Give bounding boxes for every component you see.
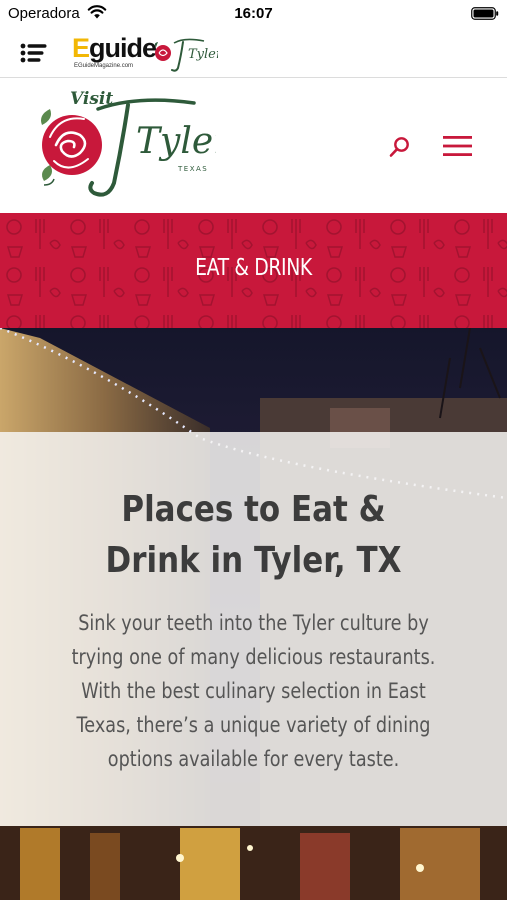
svg-text:Tyler: Tyler xyxy=(136,121,216,162)
section-title: EAT & DRINK xyxy=(195,255,312,281)
page-title: Places to Eat & Drink in Tyler, TX xyxy=(105,489,402,581)
svg-text:TEXAS: TEXAS xyxy=(177,165,208,173)
battery-icon xyxy=(471,7,499,20)
clock: 16:07 xyxy=(234,5,273,22)
svg-text:Tyler: Tyler xyxy=(188,47,218,62)
eguide-logo[interactable]: Eguide EGuideMagazine.com xyxy=(72,33,157,71)
visit-tyler-logo[interactable]: Visit Tyler TEXAS xyxy=(36,87,216,205)
hero-section: Places to Eat & Drink in Tyler, TX Sink … xyxy=(0,328,507,900)
tyler-partner-logo: Tyler xyxy=(154,38,218,72)
eguide-url: EGuideMagazine.com xyxy=(74,63,134,69)
intro-card: Places to Eat & Drink in Tyler, TX Sink … xyxy=(0,432,507,826)
search-icon[interactable] xyxy=(388,135,412,159)
list-menu-icon[interactable] xyxy=(20,42,47,64)
section-banner: EAT & DRINK xyxy=(0,213,507,328)
eguide-wordmark: Eguide xyxy=(72,33,157,63)
app-bar: Eguide EGuideMagazine.com Tyler xyxy=(0,28,507,78)
status-bar: Operadora 16:07 xyxy=(0,0,507,28)
site-header: Visit Tyler TEXAS xyxy=(0,79,507,213)
hamburger-icon[interactable] xyxy=(443,134,472,158)
intro-description: Sink your teeth into the Tyler culture b… xyxy=(71,611,436,771)
